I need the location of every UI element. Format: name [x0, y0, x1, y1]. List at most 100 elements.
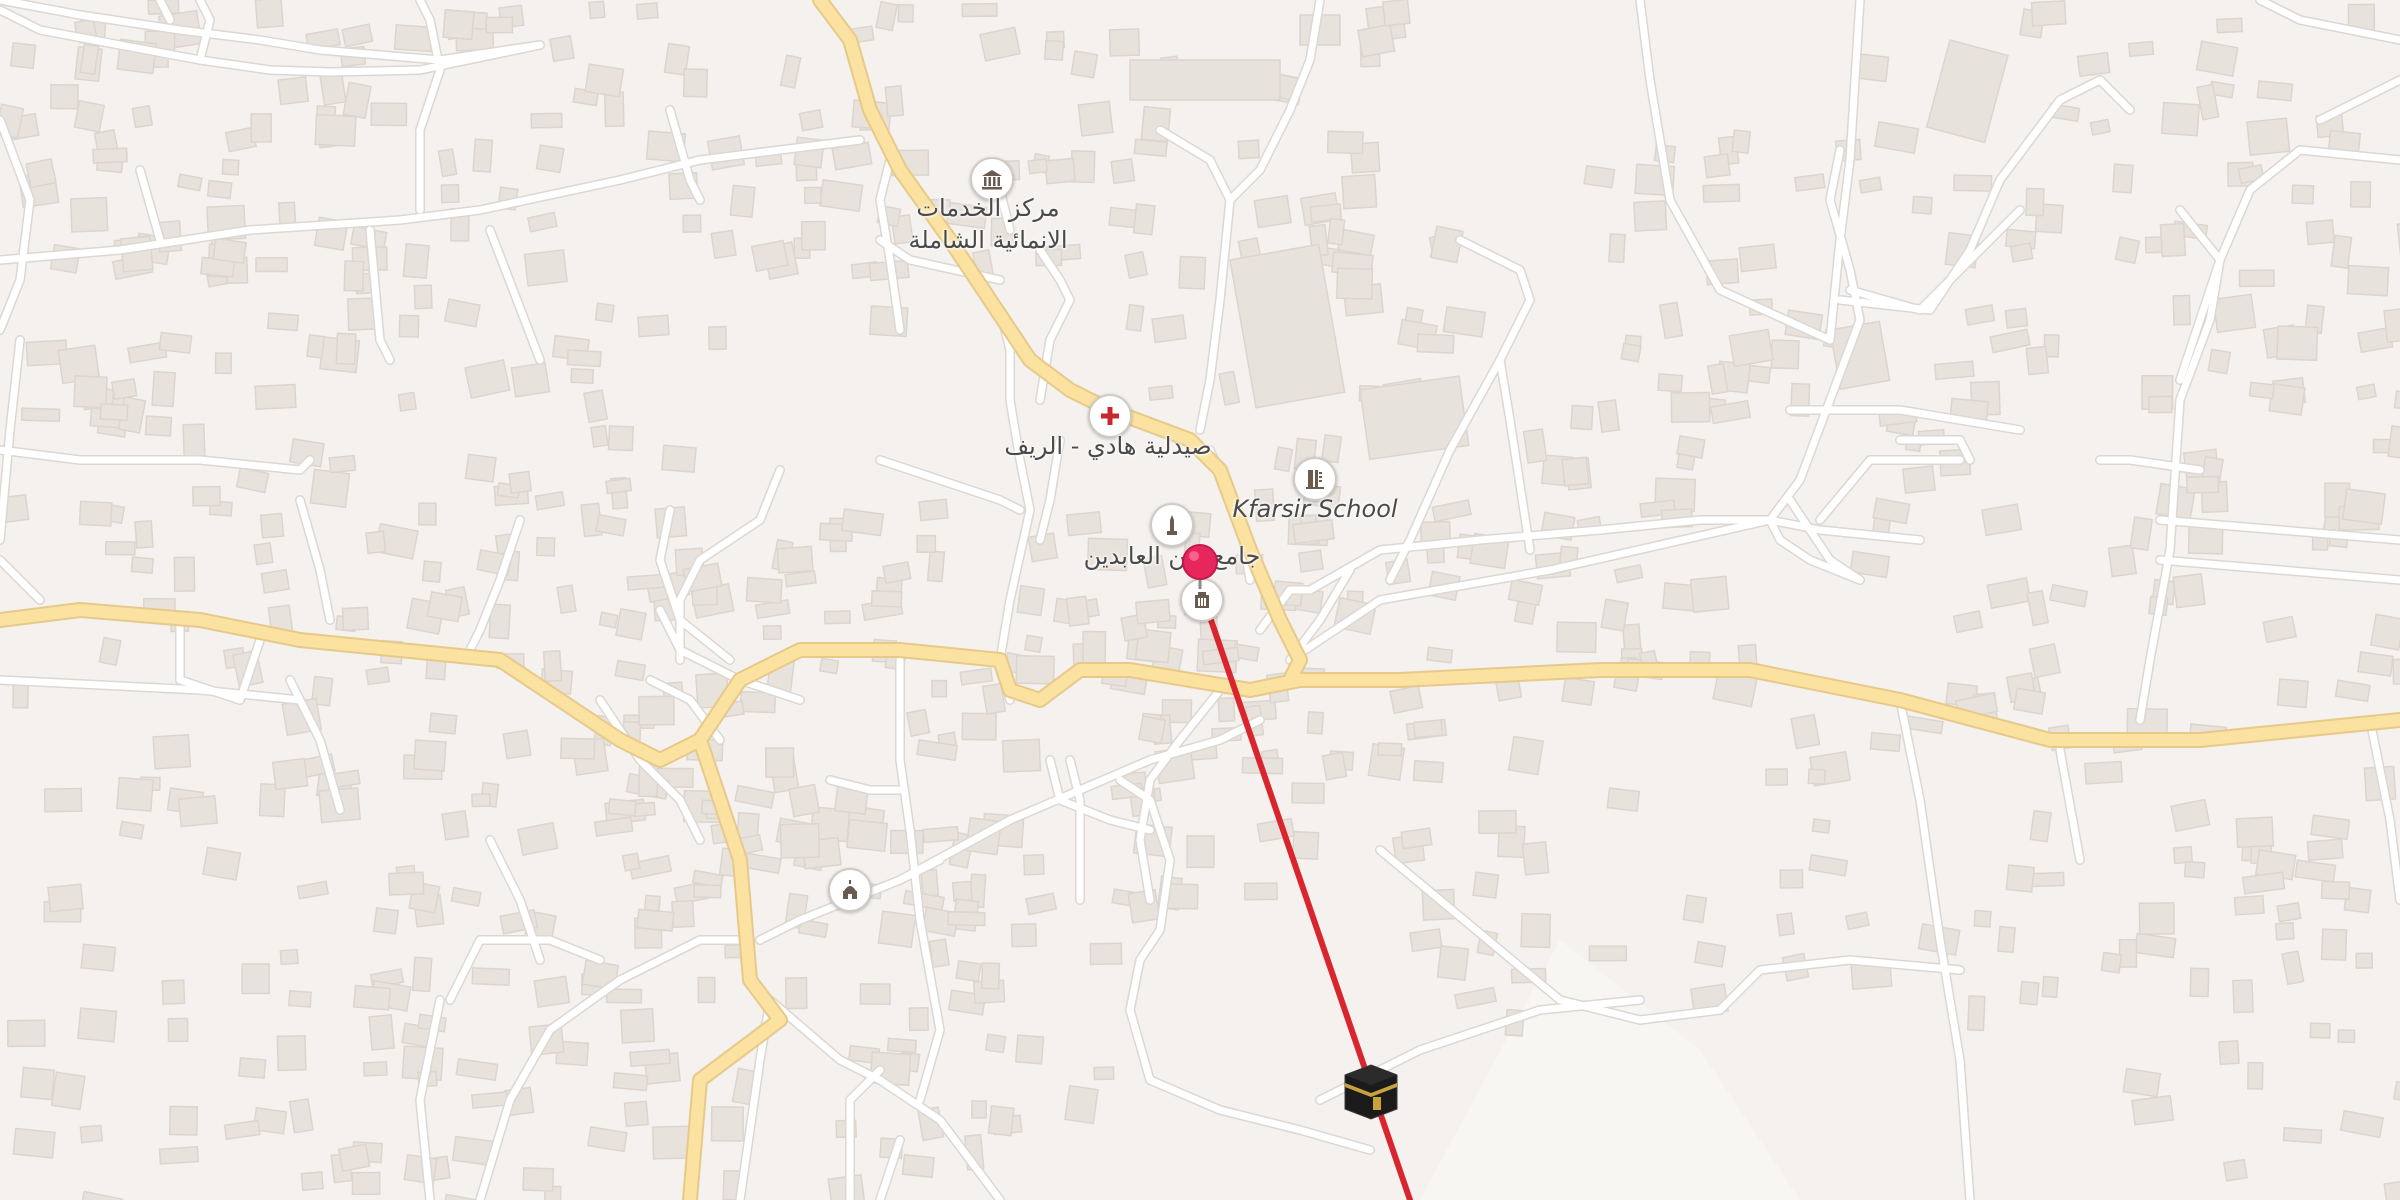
building: [1134, 598, 1172, 625]
building: [253, 542, 274, 566]
minor-road: [2056, 746, 2084, 864]
building: [77, 1007, 118, 1043]
building: [2172, 845, 2194, 865]
building: [2383, 306, 2400, 343]
building: [464, 358, 511, 400]
building: [1044, 157, 1076, 185]
minor-road: [876, 456, 1024, 514]
building: [1217, 697, 1236, 723]
building: [2005, 864, 2035, 893]
building: [947, 910, 986, 927]
building: [908, 1007, 929, 1032]
building: [779, 822, 821, 859]
building: [442, 8, 475, 41]
building: [2276, 325, 2319, 362]
building: [1682, 894, 1708, 924]
building: [1770, 339, 1800, 370]
building: [779, 54, 802, 89]
building: [1633, 200, 1668, 232]
building: [523, 249, 568, 287]
building: [803, 186, 822, 204]
building: [798, 109, 824, 132]
building: [2232, 979, 2254, 1014]
building: [1412, 719, 1444, 739]
building: [1478, 809, 1517, 835]
building: [979, 26, 1021, 62]
minor-road: [2366, 716, 2400, 904]
building: [635, 2, 659, 20]
building: [2320, 928, 2348, 961]
building: [1981, 503, 2023, 537]
mosque-dome-icon[interactable]: [828, 868, 872, 912]
building: [2392, 1080, 2400, 1105]
minor-road: [486, 226, 544, 364]
building: [362, 1061, 388, 1077]
building: [1952, 610, 1984, 634]
building: [615, 607, 647, 641]
building: [560, 737, 596, 760]
building: [212, 237, 248, 265]
building: [2241, 871, 2286, 895]
building: [1124, 250, 1149, 280]
building: [1765, 768, 1789, 786]
building: [288, 989, 313, 1008]
building: [202, 846, 242, 881]
building: [629, 1048, 672, 1068]
building: [271, 757, 309, 791]
building: [440, 183, 460, 204]
building: [2089, 118, 2112, 137]
building: [2111, 163, 2134, 194]
building: [131, 104, 154, 129]
location-pin-icon[interactable]: [1181, 543, 1219, 591]
building: [1070, 50, 1099, 79]
building: [254, 383, 297, 410]
building: [1507, 735, 1544, 776]
building: [1731, 129, 1752, 154]
building: [402, 242, 430, 280]
building: [1858, 176, 1883, 194]
building: [1600, 598, 1630, 632]
building: [1273, 446, 1294, 473]
building: [300, 1171, 324, 1192]
building: [877, 910, 917, 949]
building: [2383, 1180, 2400, 1200]
minor-road: [0, 556, 44, 604]
building: [2256, 80, 2294, 102]
building: [2355, 383, 2377, 401]
building: [522, 1167, 555, 1192]
building: [9, 42, 37, 70]
building: [2233, 894, 2265, 916]
building: [1065, 595, 1090, 627]
building: [6, 1019, 46, 1048]
building: [1237, 139, 1261, 160]
building: [1728, 328, 1774, 368]
building: [255, 257, 288, 273]
building: [2187, 525, 2224, 555]
building: [535, 536, 556, 557]
building: [471, 967, 511, 987]
building: [870, 590, 903, 608]
building: [238, 1057, 267, 1079]
building: [2076, 51, 2111, 78]
building: [566, 349, 602, 368]
building: [897, 3, 915, 23]
building: [1779, 869, 1804, 889]
building: [2009, 242, 2034, 263]
building: [549, 34, 575, 63]
building: [2216, 17, 2243, 34]
building: [241, 963, 270, 995]
building: [1148, 384, 1174, 402]
building: [1620, 342, 1642, 363]
building: [2291, 184, 2315, 205]
building: [1127, 888, 1161, 924]
building: [1044, 39, 1065, 61]
building: [158, 331, 193, 354]
building: [20, 407, 61, 423]
map-view[interactable]: مركز الخدمات الانمائية الشاملة صيدلية ها…: [0, 0, 2400, 1200]
building: [1025, 892, 1058, 916]
building: [652, 1125, 691, 1160]
building: [1966, 995, 1986, 1032]
building: [2330, 234, 2353, 269]
building: [1689, 575, 1730, 613]
building: [987, 1104, 1015, 1137]
